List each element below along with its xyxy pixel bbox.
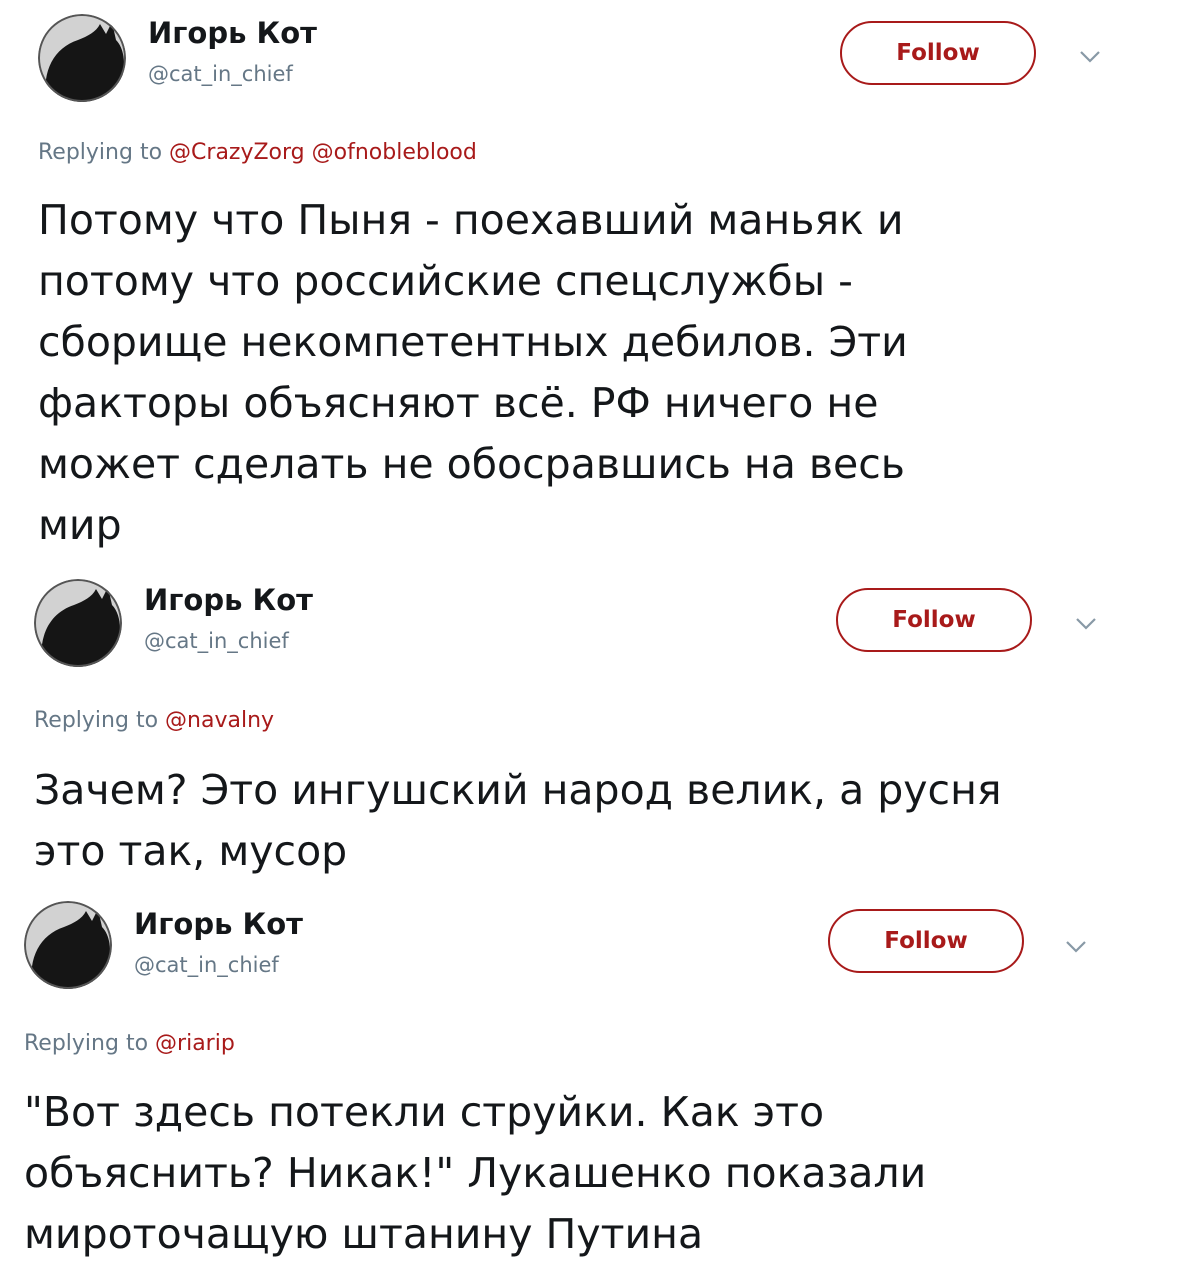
tweet-text: Зачем? Это ингушский народ велик, а русн… bbox=[34, 766, 1002, 875]
replying-to: Replying to @navalny bbox=[34, 708, 274, 733]
tweet: Игорь Кот @cat_in_chief Follow Replying … bbox=[0, 565, 1177, 885]
replying-to: Replying to @CrazyZorg @ofnobleblood bbox=[38, 140, 477, 165]
replying-to-label: Replying to bbox=[24, 1031, 149, 1056]
mention-link[interactable]: @CrazyZorg bbox=[169, 140, 305, 165]
tweet-text: "Вот здесь потекли струйки. Как это объя… bbox=[24, 1088, 927, 1258]
chevron-down-icon[interactable] bbox=[1062, 932, 1090, 960]
avatar[interactable] bbox=[38, 14, 126, 102]
author-handle[interactable]: @cat_in_chief bbox=[144, 629, 289, 653]
author-handle[interactable]: @cat_in_chief bbox=[134, 953, 279, 977]
avatar[interactable] bbox=[24, 901, 112, 989]
avatar[interactable] bbox=[34, 579, 122, 667]
author-name[interactable]: Игорь Кот bbox=[148, 16, 317, 50]
mention-link[interactable]: @ofnobleblood bbox=[312, 140, 477, 165]
tweet: Игорь Кот @cat_in_chief Follow Replying … bbox=[0, 0, 1177, 565]
chevron-down-icon[interactable] bbox=[1076, 42, 1104, 70]
follow-button[interactable]: Follow bbox=[828, 909, 1024, 973]
author-name[interactable]: Игорь Кот bbox=[134, 907, 303, 941]
black-cat-silhouette-icon bbox=[38, 14, 126, 102]
replying-to-label: Replying to bbox=[38, 140, 163, 165]
follow-button[interactable]: Follow bbox=[836, 588, 1032, 652]
follow-button[interactable]: Follow bbox=[840, 21, 1036, 85]
replying-to-label: Replying to bbox=[34, 708, 159, 733]
author-name[interactable]: Игорь Кот bbox=[144, 583, 313, 617]
author-handle[interactable]: @cat_in_chief bbox=[148, 62, 293, 86]
tweet: Игорь Кот @cat_in_chief Follow Replying … bbox=[0, 885, 1177, 1280]
black-cat-silhouette-icon bbox=[34, 579, 122, 667]
chevron-down-icon[interactable] bbox=[1072, 609, 1100, 637]
mention-link[interactable]: @riarip bbox=[155, 1031, 235, 1056]
replying-to: Replying to @riarip bbox=[24, 1031, 235, 1056]
black-cat-silhouette-icon bbox=[24, 901, 112, 989]
mention-link[interactable]: @navalny bbox=[165, 708, 274, 733]
tweet-text: Потому что Пыня - поехавший маньяк и пот… bbox=[38, 196, 908, 549]
